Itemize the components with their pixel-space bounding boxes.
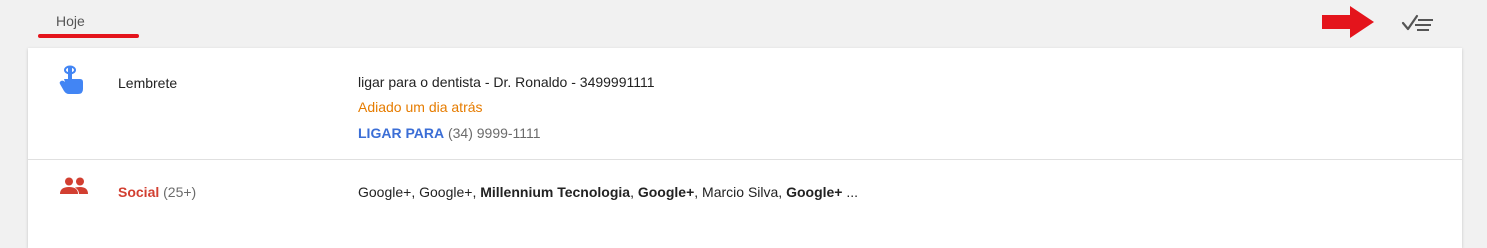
inbox-card-list: Lembrete ligar para o dentista - Dr. Ron… <box>28 48 1462 248</box>
red-arrow-icon <box>1322 6 1374 38</box>
section-title: Hoje <box>56 13 85 29</box>
reminder-finger-icon <box>59 65 83 94</box>
sender-list: Google+, Google+, Millennium Tecnologia,… <box>358 184 859 200</box>
people-icon <box>60 177 88 194</box>
call-action-button[interactable]: LIGAR PARA <box>358 125 444 141</box>
bundle-label: Social (25+) <box>118 184 196 200</box>
sender-unread: Google+ <box>786 184 843 200</box>
sender: Marcio Silva <box>702 184 779 200</box>
reminder-action: LIGAR PARA (34) 9999-1111 <box>358 125 541 141</box>
row-label: Lembrete <box>118 75 178 91</box>
sender-unread: Millennium Tecnologia <box>480 184 631 200</box>
social-count: (25+) <box>163 184 197 200</box>
section-underline <box>38 34 139 38</box>
sender: Google+ <box>419 184 473 200</box>
snooze-status: Adiado um dia atrás <box>358 99 483 115</box>
sender-unread: Google+ <box>637 184 695 200</box>
call-phone-number: (34) 9999-1111 <box>447 125 541 141</box>
sweep-done-icon[interactable] <box>1397 8 1437 36</box>
social-bundle-row[interactable]: Social (25+) Google+, Google+, Millenniu… <box>28 160 1462 248</box>
reminder-text: ligar para o dentista - Dr. Ronaldo - 34… <box>358 74 655 90</box>
sender: Google+ <box>358 184 412 200</box>
reminder-row[interactable]: Lembrete ligar para o dentista - Dr. Ron… <box>28 48 1462 160</box>
sender-ellipsis: ... <box>846 184 859 200</box>
section-header: Hoje <box>0 0 1487 48</box>
social-bundle-name[interactable]: Social <box>118 184 159 200</box>
